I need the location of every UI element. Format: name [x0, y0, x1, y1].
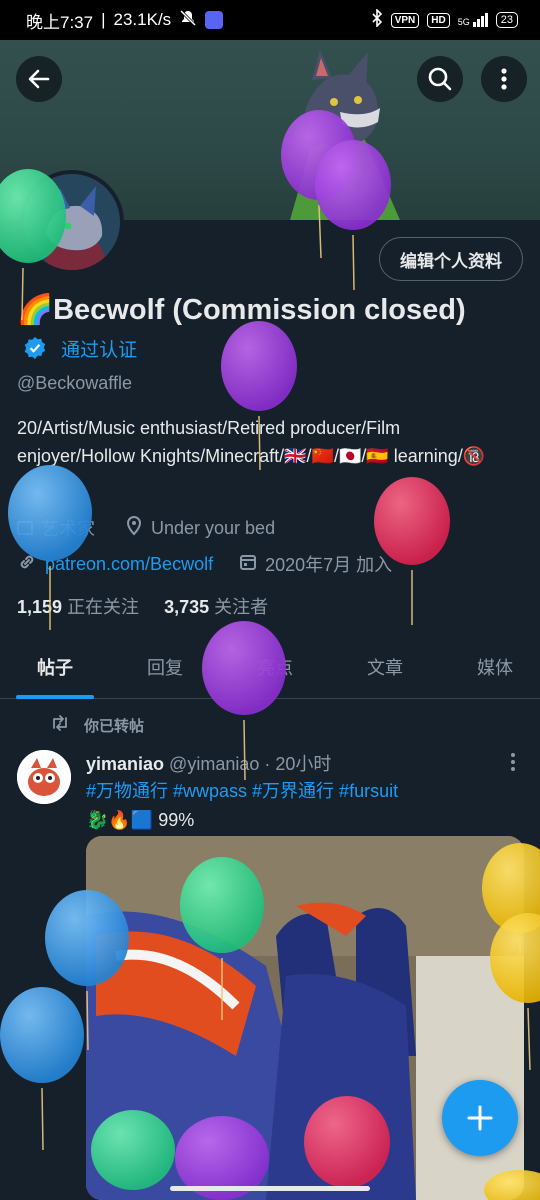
profile-name: 🌈Becwolf (Commission closed) 通过认证 [17, 290, 487, 371]
profile-location: Under your bed [151, 517, 276, 538]
post-text: #万物通行 #wwpass #万界通行 #fursuit 🐉🔥🟦 99% [86, 777, 506, 835]
more-vertical-icon [501, 68, 507, 90]
calendar-icon [239, 553, 257, 576]
post-author-handle[interactable]: @yimaniao [169, 754, 259, 774]
arrow-left-icon [28, 69, 50, 89]
followers-link[interactable]: 3,735 关注者 [164, 597, 268, 617]
avatar-image [24, 174, 120, 270]
balloon-blue-3 [0, 987, 84, 1151]
search-button[interactable] [417, 56, 463, 102]
followers-count: 3,735 [164, 597, 210, 617]
hd-badge: HD [427, 12, 450, 28]
location-icon [125, 515, 143, 541]
gesture-navigation-bar[interactable] [170, 1186, 370, 1191]
tab-highlights[interactable]: 亮点 [220, 640, 330, 698]
network-speed: 23.1K/s [113, 10, 172, 29]
mute-icon [179, 9, 197, 32]
vpn-badge: VPN [390, 12, 420, 28]
compose-button[interactable] [442, 1080, 518, 1156]
following-link[interactable]: 1,159 正在关注 [17, 597, 139, 617]
repost-label: 你已转帖 [84, 717, 145, 735]
battery-indicator: 23 [495, 12, 518, 28]
profile-meta-row-1: 艺术家 Under your bed [17, 515, 275, 541]
profile-joined: 2020年7月 加入 [265, 555, 393, 575]
profile-category: 艺术家 [41, 519, 95, 539]
post-author-name[interactable]: yimaniao [86, 754, 164, 774]
link-icon [17, 552, 37, 577]
followers-label: 关注者 [214, 597, 269, 617]
search-icon [428, 67, 452, 91]
tab-media[interactable]: 媒体 [440, 640, 540, 698]
profile-handle: @Beckowaffle [17, 373, 132, 393]
more-vertical-icon [511, 753, 515, 771]
post-time: · 20小时 [264, 754, 332, 774]
status-bar: 晚上7:37 | 23.1K/s VPN HD 5G 23 [0, 0, 540, 40]
profile-bio: 20/Artist/Music enthusiast/Retired produ… [17, 418, 486, 466]
follow-stats: 1,159 正在关注 3,735 关注者 [17, 593, 268, 619]
back-button[interactable] [16, 56, 62, 102]
briefcase-icon [17, 521, 33, 535]
tab-posts[interactable]: 帖子 [0, 640, 110, 699]
post-author-avatar[interactable] [17, 750, 71, 804]
more-options-button[interactable] [481, 56, 527, 102]
tab-replies[interactable]: 回复 [110, 640, 220, 698]
profile-tabs: 帖子 回复 亮点 文章 媒体 [0, 640, 540, 699]
author-avatar-image [17, 750, 71, 804]
post-header: yimaniao @yimaniao · 20小时 [86, 750, 331, 776]
repost-icon [50, 714, 70, 736]
discord-icon [205, 11, 224, 29]
verified-label[interactable]: 通过认证 [61, 340, 137, 361]
plus-icon [467, 1105, 493, 1131]
bluetooth-icon [371, 7, 383, 32]
signal-icon: 5G [458, 13, 488, 27]
profile-avatar[interactable] [20, 170, 124, 274]
banner-character-image [290, 50, 400, 220]
verified-badge-icon[interactable] [23, 331, 47, 371]
following-count: 1,159 [17, 597, 63, 617]
post-more-button[interactable] [510, 752, 516, 777]
repost-indicator: 你已转帖 [50, 714, 144, 736]
profile-link[interactable]: patreon.com/Becwolf [45, 554, 213, 575]
following-label: 正在关注 [67, 597, 140, 617]
status-time: 晚上7:37 [26, 12, 94, 32]
network-type: 5G [457, 17, 470, 27]
edit-profile-button[interactable]: 编辑个人资料 [379, 237, 523, 281]
profile-meta-row-2: patreon.com/Becwolf 2020年7月 加入 [17, 551, 392, 577]
post-body: 🐉🔥🟦 99% [86, 810, 195, 830]
display-name: 🌈Becwolf (Commission closed) [17, 294, 466, 326]
post-hashtags[interactable]: #万物通行 #wwpass #万界通行 #fursuit [86, 777, 506, 806]
tab-articles[interactable]: 文章 [330, 640, 440, 698]
